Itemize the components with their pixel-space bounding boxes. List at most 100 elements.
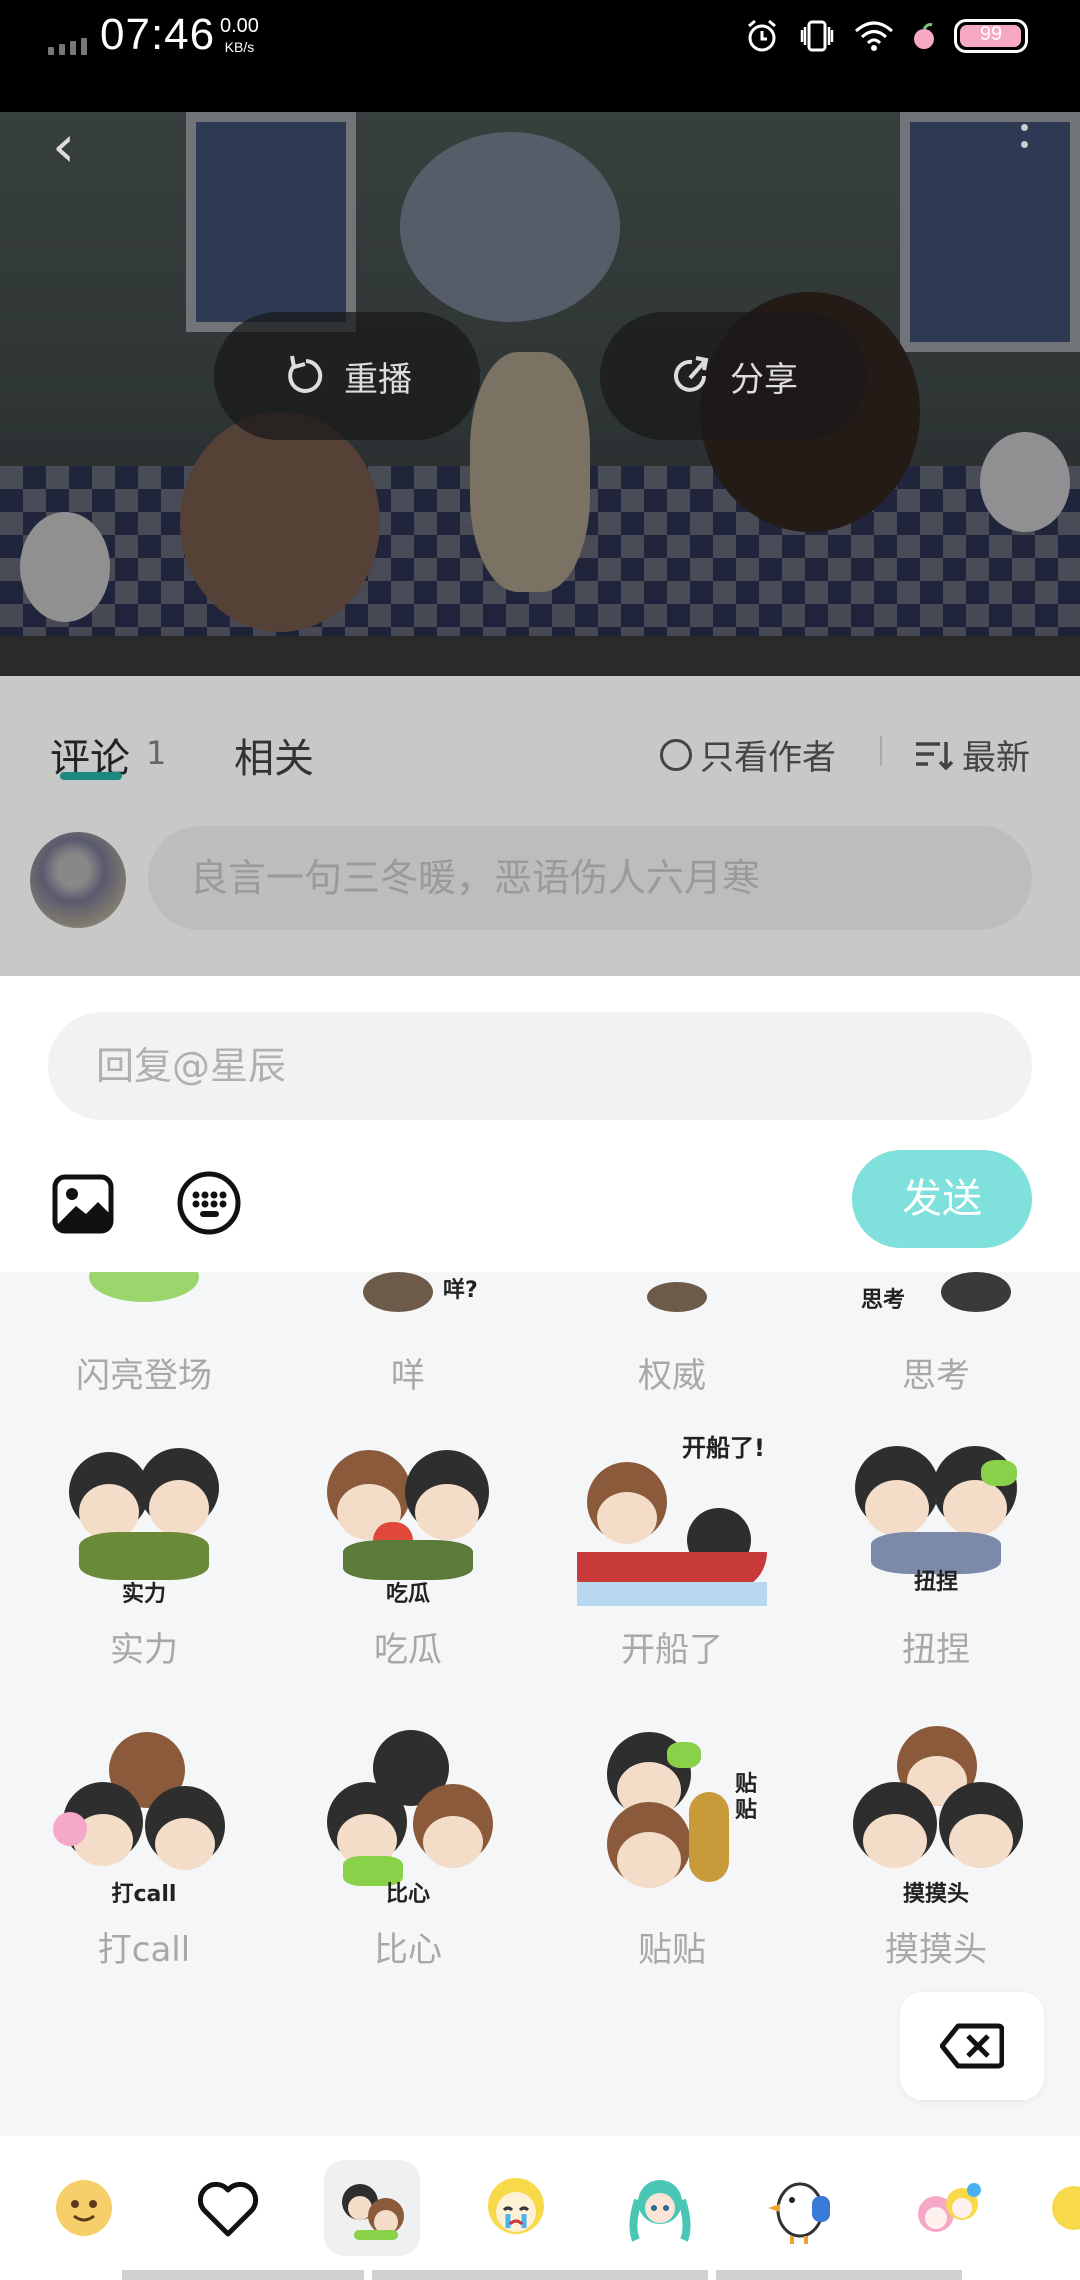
sticker-label: 扭捏 — [902, 1630, 970, 1670]
radio-circle-icon — [660, 738, 692, 771]
sticker-strength-image: 实力 — [49, 1422, 239, 1612]
sticker-caption: 比心 — [385, 1882, 430, 1907]
pack-tab-pink[interactable] — [900, 2160, 996, 2256]
sticker-art-shape — [617, 1832, 681, 1888]
send-button[interactable]: 发送 — [852, 1150, 1032, 1248]
pack-tab-goose[interactable] — [756, 2160, 852, 2256]
video-player[interactable] — [0, 112, 1080, 636]
battery-icon: 99 — [954, 19, 1028, 53]
crying-character-icon — [488, 2178, 544, 2234]
share-button[interactable]: 分享 — [600, 312, 866, 440]
filter-divider — [880, 736, 882, 766]
keyboard-icon[interactable] — [176, 1170, 242, 1236]
pack-tab-emoji[interactable] — [36, 2160, 132, 2256]
sticker-heart-image: 比心 — [313, 1722, 503, 1912]
network-speed-unit: KB/s — [224, 39, 255, 55]
sticker-art-shape — [363, 1272, 433, 1312]
sticker-item[interactable]: 扭捏 扭捏 — [836, 1422, 1036, 1670]
sticker-authority-image — [577, 1272, 767, 1322]
sticker-item[interactable]: 权威 — [572, 1272, 772, 1396]
sort-icon — [916, 741, 954, 770]
pack-scroll-indicator — [122, 2270, 364, 2280]
sticker-label: 思考 — [902, 1356, 970, 1396]
sticker-caption: 摸摸头 — [902, 1882, 969, 1907]
sticker-item[interactable]: 摸摸头 摸摸头 — [836, 1722, 1036, 1970]
sticker-item[interactable]: 比心 比心 — [308, 1722, 508, 1970]
sticker-item[interactable]: 打call 打call — [44, 1722, 244, 1970]
sticker-cheer-image: 打call — [49, 1722, 239, 1912]
pack-tab-favorites[interactable] — [180, 2160, 276, 2256]
sort-label: 最新 — [962, 738, 1030, 778]
network-speed-value: 0.00 — [220, 15, 259, 37]
sticker-cuddle-image: 贴贴 — [577, 1722, 767, 1912]
sticker-item[interactable]: 闪亮登场 — [44, 1272, 244, 1396]
reply-input[interactable]: 回复@星辰 — [48, 1012, 1032, 1120]
sort-button[interactable]: 最新 — [914, 730, 1030, 779]
image-icon[interactable] — [52, 1174, 114, 1234]
sticker-art-shape — [577, 1582, 767, 1606]
back-button[interactable]: ‹ — [52, 116, 100, 176]
replay-button[interactable]: 重播 — [214, 312, 480, 440]
emoji-face-icon — [56, 2180, 112, 2236]
sticker-shy-image: 扭捏 — [841, 1422, 1031, 1612]
sticker-art-shape — [343, 1540, 473, 1580]
sticker-item[interactable]: 咩? 咩 — [308, 1272, 508, 1396]
sticker-art-shape — [863, 1814, 927, 1868]
partial-pack-icon — [1052, 2186, 1080, 2230]
replay-label: 重播 — [344, 359, 412, 400]
sticker-art-shape — [89, 1272, 199, 1302]
sticker-label: 开船了 — [621, 1630, 723, 1670]
sticker-art-shape — [941, 1272, 1011, 1312]
sticker-label: 权威 — [638, 1356, 706, 1396]
sticker-eat-melon-image: 吃瓜 — [313, 1422, 503, 1612]
sticker-item[interactable]: 贴贴 贴贴 — [572, 1722, 772, 1970]
sticker-art-shape — [949, 1814, 1013, 1868]
sticker-label: 闪亮登场 — [76, 1356, 212, 1396]
sticker-label: 摸摸头 — [885, 1930, 987, 1970]
sticker-art-shape — [689, 1792, 729, 1882]
signal-icon — [48, 38, 87, 55]
sticker-caption: 开船了! — [682, 1434, 765, 1462]
sticker-art-shape — [667, 1742, 701, 1768]
backspace-icon — [940, 2023, 1004, 2069]
goose-thumbs-up-icon — [768, 2182, 830, 2244]
share-icon — [674, 356, 709, 392]
sticker-art-shape — [943, 1480, 1007, 1536]
status-icons: 99 — [744, 18, 1028, 54]
sticker-shining-entrance-image — [49, 1272, 239, 1322]
sticker-item[interactable]: 开船了! 开船了 — [572, 1422, 772, 1670]
sticker-item[interactable]: 实力 实力 — [44, 1422, 244, 1670]
miku-icon — [629, 2180, 691, 2242]
chibi-pack-icon — [342, 2184, 404, 2240]
status-bar: 07:46 0.00 KB/s 99 — [0, 0, 1080, 112]
pack-tab-partial[interactable] — [1044, 2160, 1080, 2256]
more-options-button[interactable] — [1016, 124, 1032, 172]
video-bottom-bar — [0, 636, 1080, 676]
share-label: 分享 — [730, 359, 798, 400]
backspace-button[interactable] — [900, 1992, 1044, 2100]
pink-characters-icon — [918, 2183, 981, 2232]
sticker-item[interactable]: 吃瓜 吃瓜 — [308, 1422, 508, 1670]
comment-count: 1 — [146, 734, 167, 772]
sticker-head-pat-image: 摸摸头 — [841, 1722, 1031, 1912]
status-time: 07:46 — [100, 10, 216, 59]
sticker-item[interactable]: 思考 思考 — [836, 1272, 1036, 1396]
author-only-label: 只看作者 — [700, 738, 836, 778]
network-speed: 0.00 KB/s — [220, 16, 259, 58]
sticker-art-shape — [597, 1492, 657, 1544]
pack-tab-chibi[interactable] — [324, 2160, 420, 2256]
sticker-caption: 打call — [111, 1882, 177, 1907]
pack-tab-crying[interactable] — [468, 2160, 564, 2256]
tab-related[interactable]: 相关 — [234, 726, 314, 784]
pack-tab-miku[interactable] — [612, 2160, 708, 2256]
sticker-art-shape — [155, 1818, 215, 1870]
sticker-caption: 思考 — [861, 1288, 906, 1313]
comment-input[interactable]: 良言一句三冬暖，恶语伤人六月寒 — [148, 826, 1032, 930]
replay-icon — [288, 355, 323, 393]
sticker-thinking-image: 思考 — [841, 1272, 1031, 1322]
author-only-filter[interactable]: 只看作者 — [660, 730, 836, 779]
sticker-label: 咩 — [391, 1356, 425, 1396]
pack-scroll-indicator — [716, 2270, 962, 2280]
alarm-icon — [748, 19, 776, 52]
avatar — [30, 832, 126, 928]
